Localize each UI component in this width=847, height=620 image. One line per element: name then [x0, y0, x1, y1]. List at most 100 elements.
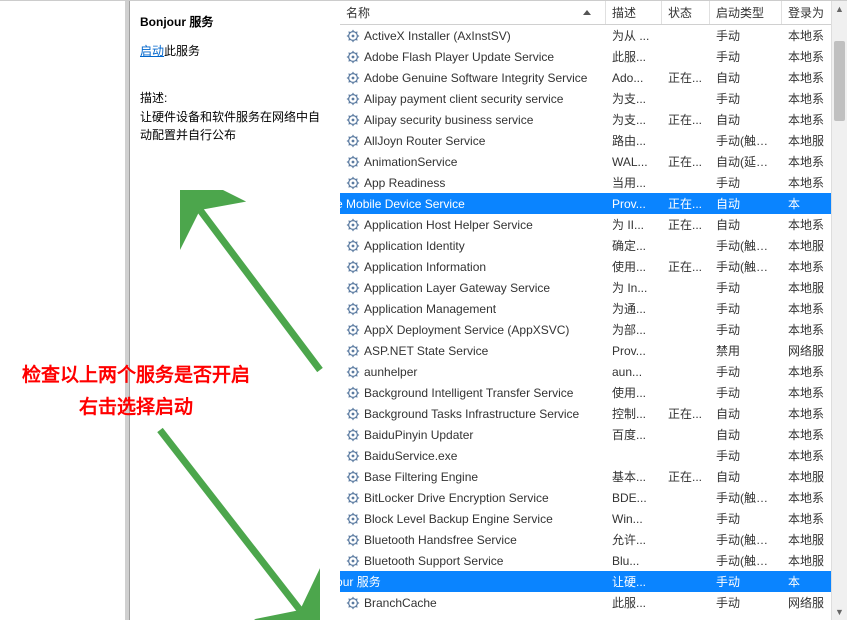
service-row[interactable]: BaiduPinyin Updater百度...自动本地系	[340, 424, 847, 445]
service-row[interactable]: Application Host Helper Service为 II...正在…	[340, 214, 847, 235]
service-row[interactable]: Background Tasks Infrastructure Service控…	[340, 403, 847, 424]
detail-panel: Bonjour 服务 启动此服务 描述: 让硬件设备和软件服务在网络中自动配置并…	[130, 1, 340, 620]
service-start: 自动	[710, 426, 782, 443]
service-desc: 允许...	[606, 531, 662, 548]
service-name: Application Layer Gateway Service	[364, 281, 550, 295]
start-service-link[interactable]: 启动	[140, 44, 164, 58]
service-row[interactable]: Application Management为通...手动本地系	[340, 298, 847, 319]
service-row[interactable]: BaiduService.exe手动本地系	[340, 445, 847, 466]
service-row[interactable]: Alipay payment client security service为支…	[340, 88, 847, 109]
gear-icon	[346, 365, 360, 379]
service-desc: 百度...	[606, 426, 662, 443]
gear-icon	[346, 281, 360, 295]
service-name: AppX Deployment Service (AppXSVC)	[364, 323, 569, 337]
scroll-down-button[interactable]: ▼	[832, 604, 847, 620]
service-name: BitLocker Drive Encryption Service	[364, 491, 549, 505]
service-start: 自动	[710, 405, 782, 422]
description-text: 让硬件设备和软件服务在网络中自动配置并自行公布	[140, 108, 330, 144]
service-row[interactable]: Background Intelligent Transfer Service 使…	[340, 382, 847, 403]
service-row[interactable]: AllJoyn Router Service路由...手动(触发...本地服	[340, 130, 847, 151]
gear-icon	[346, 260, 360, 274]
service-row[interactable]: AnimationServiceWAL...正在...自动(延迟...本地系	[340, 151, 847, 172]
gear-icon	[346, 134, 360, 148]
gear-icon	[346, 344, 360, 358]
gear-icon	[346, 554, 360, 568]
service-status: 正在...	[662, 216, 710, 233]
service-row[interactable]: Bonjour 服务让硬...手动本	[340, 571, 847, 592]
scroll-thumb[interactable]	[834, 41, 845, 121]
vertical-scrollbar[interactable]: ▲ ▼	[831, 1, 847, 620]
service-desc: 控制...	[606, 405, 662, 422]
service-desc: 使用...	[606, 384, 662, 401]
service-row[interactable]: Alipay security business service为支...正在.…	[340, 109, 847, 130]
service-name: Apple Mobile Device Service	[340, 197, 465, 211]
service-name: Alipay security business service	[364, 113, 533, 127]
gear-icon	[346, 323, 360, 337]
services-list: 名称 描述 状态 启动类型 登录为 ActiveX Installer (AxI…	[340, 1, 847, 620]
service-row[interactable]: ASP.NET State ServiceProv...禁用网络服	[340, 340, 847, 361]
gear-icon	[346, 407, 360, 421]
gear-icon	[346, 302, 360, 316]
service-row[interactable]: Block Level Backup Engine ServiceWin...手…	[340, 508, 847, 529]
service-row[interactable]: App Readiness当用...手动本地系	[340, 172, 847, 193]
service-name: Application Management	[364, 302, 496, 316]
column-headers[interactable]: 名称 描述 状态 启动类型 登录为	[340, 1, 847, 25]
service-desc: 确定...	[606, 237, 662, 254]
start-suffix: 此服务	[164, 44, 200, 58]
service-desc: 为 II...	[606, 216, 662, 233]
service-name: AllJoyn Router Service	[364, 134, 485, 148]
service-name: Background Intelligent Transfer Service	[364, 386, 573, 400]
service-row[interactable]: AppX Deployment Service (AppXSVC)为部...手动…	[340, 319, 847, 340]
service-name: BaiduService.exe	[364, 449, 457, 463]
service-row[interactable]: Adobe Genuine Software Integrity Service…	[340, 67, 847, 88]
service-name: ASP.NET State Service	[364, 344, 488, 358]
service-start: 自动	[710, 468, 782, 485]
gear-icon	[346, 239, 360, 253]
service-row[interactable]: BitLocker Drive Encryption ServiceBDE...…	[340, 487, 847, 508]
service-desc: 路由...	[606, 132, 662, 149]
header-desc[interactable]: 描述	[606, 1, 662, 24]
service-start: 自动	[710, 195, 782, 212]
service-row[interactable]: Bluetooth Support ServiceBlu...手动(触发...本…	[340, 550, 847, 571]
service-name: Application Information	[364, 260, 486, 274]
service-desc: 使用...	[606, 258, 662, 275]
service-start: 手动	[710, 447, 782, 464]
service-name: aunhelper	[364, 365, 417, 379]
service-row[interactable]: Apple Mobile Device ServiceProv...正在...自…	[340, 193, 847, 214]
service-desc: 为支...	[606, 90, 662, 107]
service-title: Bonjour 服务	[140, 13, 330, 30]
header-status[interactable]: 状态	[662, 1, 710, 24]
service-start: 手动	[710, 174, 782, 191]
service-row[interactable]: Application Identity确定...手动(触发...本地服	[340, 235, 847, 256]
service-row[interactable]: BranchCache此服...手动网络服	[340, 592, 847, 613]
service-desc: 为通...	[606, 300, 662, 317]
header-start[interactable]: 启动类型	[710, 1, 782, 24]
tree-panel	[0, 1, 130, 620]
service-start: 手动	[710, 48, 782, 65]
service-row[interactable]: Base Filtering Engine基本...正在...自动本地服	[340, 466, 847, 487]
service-status: 正在...	[662, 195, 710, 212]
service-start: 手动	[710, 300, 782, 317]
service-start: 自动	[710, 111, 782, 128]
service-row[interactable]: Bluetooth Handsfree Service允许...手动(触发...…	[340, 529, 847, 550]
gear-icon	[346, 533, 360, 547]
service-status: 正在...	[662, 153, 710, 170]
service-start: 手动(触发...	[710, 132, 782, 149]
service-name: AnimationService	[364, 155, 457, 169]
service-row[interactable]: Application Information使用...正在...手动(触发..…	[340, 256, 847, 277]
scroll-up-button[interactable]: ▲	[832, 1, 847, 17]
gear-icon	[346, 428, 360, 442]
gear-icon	[346, 155, 360, 169]
service-row[interactable]: Adobe Flash Player Update Service此服...手动…	[340, 46, 847, 67]
service-status: 正在...	[662, 69, 710, 86]
service-status: 正在...	[662, 405, 710, 422]
gear-icon	[346, 113, 360, 127]
service-start: 手动(触发...	[710, 552, 782, 569]
service-start: 手动(触发...	[710, 531, 782, 548]
service-row[interactable]: Application Layer Gateway Service为 In...…	[340, 277, 847, 298]
header-name[interactable]: 名称	[340, 1, 606, 24]
service-row[interactable]: aunhelperaun...手动本地系	[340, 361, 847, 382]
gear-icon	[346, 596, 360, 610]
service-row[interactable]: ActiveX Installer (AxInstSV)为从 ...手动本地系	[340, 25, 847, 46]
service-name: Base Filtering Engine	[364, 470, 478, 484]
